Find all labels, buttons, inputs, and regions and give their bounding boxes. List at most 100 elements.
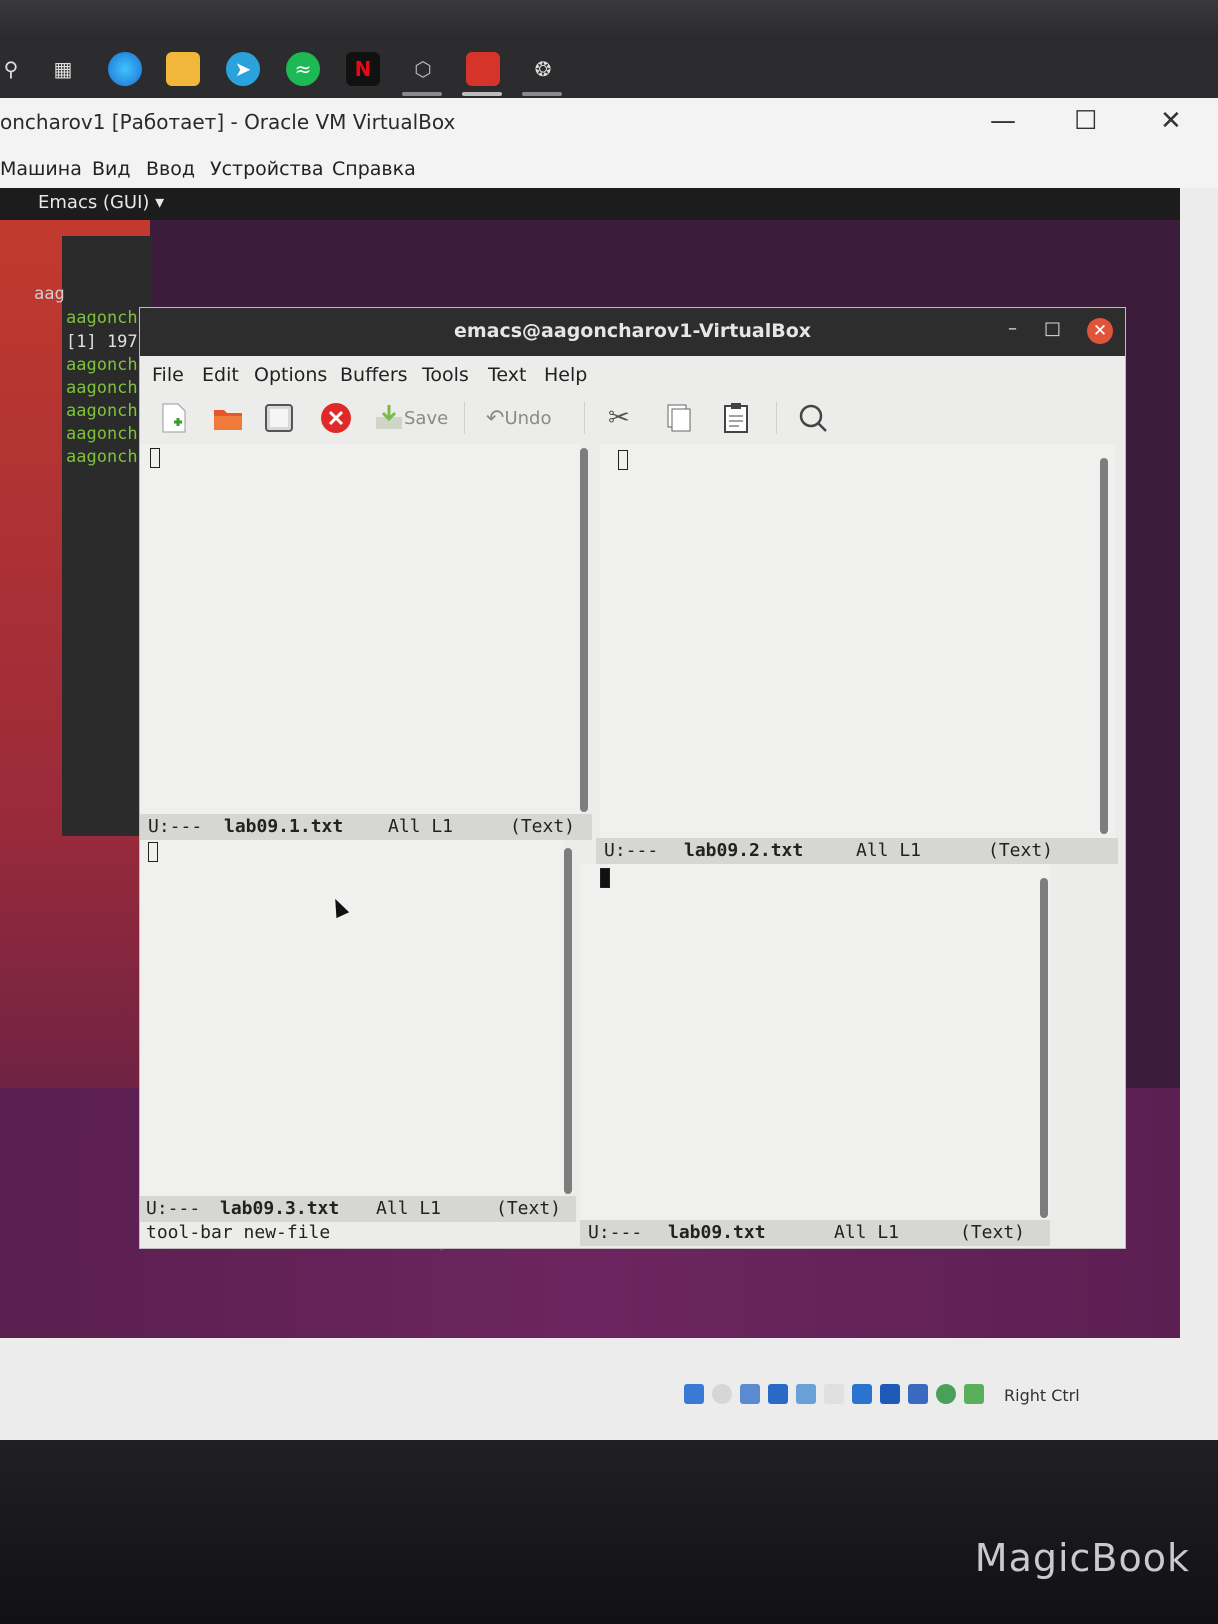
recording-icon[interactable] [880,1384,900,1404]
telegram-icon[interactable]: ➤ [226,52,260,86]
minimize-button[interactable]: — [990,106,1016,136]
menu-file[interactable]: File [152,364,184,386]
buffer-position: All L1 [834,1222,900,1243]
menu-help[interactable]: Help [544,364,587,386]
optical-drive-icon[interactable] [712,1384,732,1404]
ubuntu-topbar: Emacs (GUI) ▾ [0,188,1180,220]
menu-text[interactable]: Text [488,364,526,386]
mode-line: U:--- lab09.3.txt All L1 (Text) [140,1196,576,1222]
spotify-icon[interactable]: ≈ [286,52,320,86]
scrollbar[interactable] [580,448,588,812]
laptop-brand-logo: MagicBook [974,1536,1190,1580]
edge-icon[interactable] [108,52,142,86]
terminal-line: aagonch [66,308,138,328]
host-taskbar: ⚲ ▦ ➤ ≈ N ⬡ ❂ [0,40,1218,98]
menu-input[interactable]: Ввод [146,158,195,180]
scrollbar[interactable] [1040,878,1048,1218]
search-icon[interactable] [798,400,828,436]
app-icon[interactable] [466,52,500,86]
major-mode[interactable]: (Text) [496,1198,561,1219]
mouse-pointer-icon [328,895,350,919]
file-explorer-icon[interactable] [166,52,200,86]
emacs-window-title: emacs@aagoncharov1-VirtualBox [453,320,812,342]
menu-edit[interactable]: Edit [202,364,239,386]
menu-machine[interactable]: Машина [0,158,82,180]
echo-area: tool-bar new-file [146,1222,331,1243]
buffer-position: All L1 [388,816,454,837]
menu-buffers[interactable]: Buffers [340,364,408,386]
menu-tools[interactable]: Tools [422,364,469,386]
text-cursor [148,842,158,862]
emacs-maximize-button[interactable]: □ [1044,318,1061,339]
mode-line: U:--- lab09.1.txt All L1 (Text) [140,814,592,840]
usb-icon[interactable] [796,1384,816,1404]
terminal-line: [1] 197 [66,332,138,352]
editor-window-top-right[interactable] [600,444,1115,838]
cancel-icon[interactable] [320,400,352,436]
editor-window-bottom-left[interactable] [140,840,564,1196]
buffer-name[interactable]: lab09.3.txt [220,1198,339,1219]
save-label: Save [404,407,449,429]
mode-line: U:--- lab09.txt All L1 (Text) [580,1220,1050,1246]
buffer-name[interactable]: lab09.txt [668,1222,766,1243]
emacs-close-button[interactable]: ✕ [1087,318,1113,344]
toolbar-separator [776,402,777,434]
buffer-status: U:--- [146,1198,201,1219]
terminal-line: aagonch [66,378,138,398]
host-key-label: Right Ctrl [1004,1386,1080,1405]
emacs-menubar: File Edit Options Buffers Tools Text Hel… [140,356,1125,392]
buffer-name[interactable]: lab09.2.txt [684,840,803,861]
mode-line: U:--- lab09.2.txt All L1 (Text) [596,838,1118,864]
terminal-window: aag aagonch [1] 197 aagonch aagonch aago… [34,236,152,836]
new-file-icon[interactable] [160,400,188,436]
close-button[interactable]: ✕ [1160,106,1182,136]
terminal-line: aag [34,284,65,304]
task-view-icon[interactable]: ▦ [46,52,80,86]
scrollbar[interactable] [1100,458,1108,834]
network-icon[interactable] [768,1384,788,1404]
chrome-icon[interactable]: ❂ [526,52,560,86]
scrollbar[interactable] [564,848,572,1194]
shared-folders-icon[interactable] [824,1384,844,1404]
text-cursor [618,450,628,470]
terminal-line: aagonch [66,424,138,444]
menu-devices[interactable]: Устройства [210,158,323,180]
globe-icon[interactable] [936,1384,956,1404]
terminal-line: aagonch [66,401,138,421]
editor-window-bottom-right[interactable] [580,864,1050,1220]
buffer-name[interactable]: lab09.1.txt [224,816,343,837]
editor-window-top-left[interactable] [140,444,580,814]
search-icon[interactable]: ⚲ [0,52,28,86]
undo-button[interactable]: ↶ Undo [486,400,551,436]
mouse-integration-icon[interactable] [964,1384,984,1404]
buffer-status: U:--- [604,840,659,861]
menu-options[interactable]: Options [254,364,327,386]
app-menu[interactable]: Emacs (GUI) ▾ [38,192,164,213]
vbox-window-title: oncharov1 [Работает] - Oracle VM Virtual… [0,110,456,134]
hard-disk-icon[interactable] [684,1384,704,1404]
buffer-position: All L1 [856,840,922,861]
maximize-button[interactable]: ☐ [1074,106,1097,136]
open-folder-icon[interactable] [212,400,244,436]
undo-icon: ↶ [486,405,505,431]
guest-screen: Emacs (GUI) ▾ aag aagonch [1] 197 aagonc… [0,188,1180,1338]
cut-icon[interactable]: ✂ [608,400,630,436]
audio-icon[interactable] [740,1384,760,1404]
laptop-bezel-bottom: MagicBook [0,1440,1218,1624]
virtualbox-icon[interactable]: ⬡ [406,52,440,86]
major-mode[interactable]: (Text) [960,1222,1025,1243]
virtualization-icon[interactable] [908,1384,928,1404]
paste-icon[interactable] [722,400,750,436]
major-mode[interactable]: (Text) [988,840,1053,861]
copy-icon[interactable] [666,400,692,436]
active-indicator [462,92,502,96]
menu-help[interactable]: Справка [332,158,416,180]
save-button[interactable]: Save [374,400,448,436]
menu-view[interactable]: Вид [92,158,131,180]
major-mode[interactable]: (Text) [510,816,575,837]
active-indicator [402,92,442,96]
close-buffer-icon[interactable] [264,400,294,436]
display-icon[interactable] [852,1384,872,1404]
emacs-minimize-button[interactable]: – [1008,318,1017,339]
netflix-icon[interactable]: N [346,52,380,86]
